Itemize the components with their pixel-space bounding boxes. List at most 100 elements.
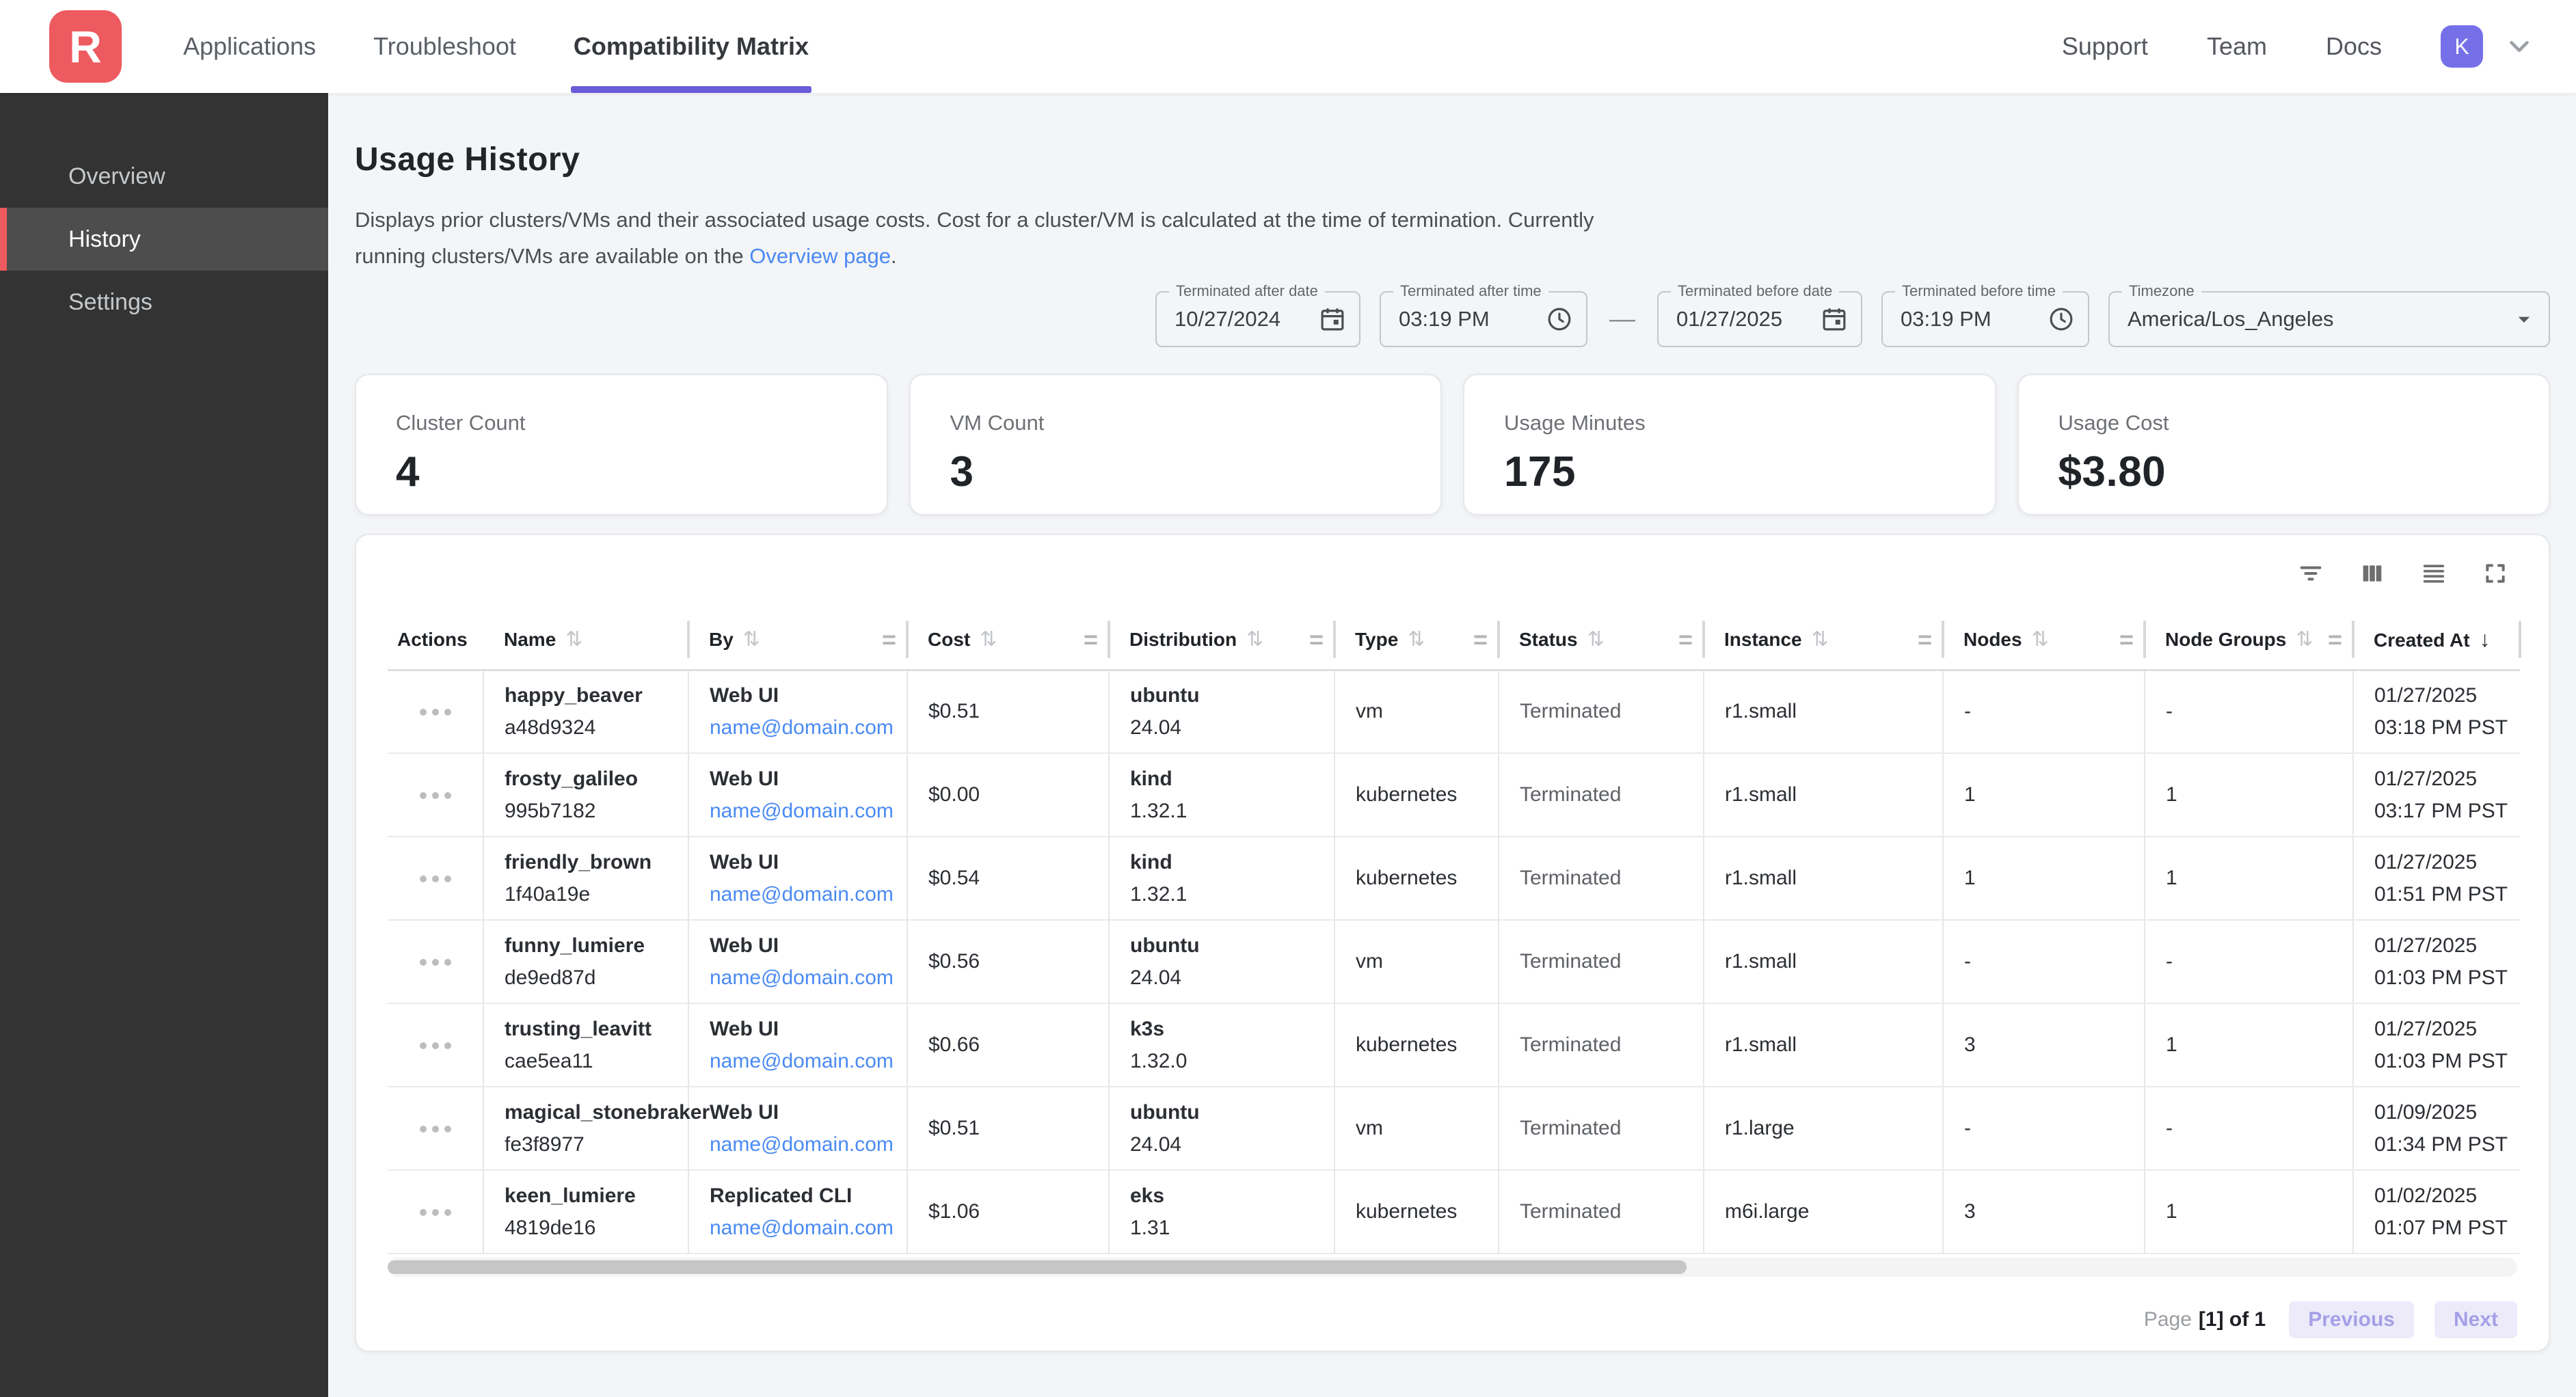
terminated-after-date-input[interactable] [1157,307,1318,331]
column-drag-handle-icon[interactable]: = [1309,625,1324,654]
column-label: Node Groups [2165,629,2286,650]
sort-icon[interactable]: ⇅ [1246,628,1263,651]
table-row: magical_stonebraker fe3f8977 Web UI name… [388,1087,2520,1170]
column-drag-handle-icon[interactable]: = [1678,625,1693,654]
nav-tab-label: Troubleshoot [373,32,516,61]
created-by-source: Web UI [710,934,907,958]
calendar-icon[interactable] [1820,305,1849,334]
created-by-email-link[interactable]: name@domain.com [710,883,907,906]
clock-icon[interactable] [1545,305,1574,334]
status-badge: Terminated [1520,700,1621,722]
column-header[interactable]: Status⇅ = [1499,610,1704,670]
column-header[interactable]: Type⇅ = [1334,610,1499,670]
chevron-down-icon[interactable] [2504,31,2535,62]
column-header[interactable]: Created At↓ [2353,610,2520,670]
instance-value: r1.small [1725,950,1797,973]
sidebar-item[interactable]: Overview [0,145,328,208]
avatar[interactable]: K [2441,25,2483,68]
distribution-version: 24.04 [1130,966,1334,990]
status-badge: Terminated [1520,1200,1621,1223]
column-drag-handle-icon[interactable]: = [1084,625,1098,654]
sort-icon[interactable]: ⇅ [2296,628,2313,651]
sort-icon[interactable]: ⇅ [2032,628,2049,651]
distribution-version: 24.04 [1130,716,1334,740]
column-header[interactable]: Node Groups ⇅ = [2145,610,2353,670]
fullscreen-icon[interactable] [2482,560,2509,587]
primary-tabs: Applications Troubleshoot Compatibility … [180,0,811,93]
cluster-id: de9ed87d [505,966,688,990]
scrollbar-thumb[interactable] [388,1260,1687,1274]
cost-value: $0.51 [928,700,980,722]
instance-value: m6i.large [1725,1200,1809,1223]
created-by-email-link[interactable]: name@domain.com [710,966,907,990]
cost-value: $0.56 [928,950,980,973]
column-header[interactable]: By⇅ = [688,610,907,670]
sort-icon[interactable]: ⇅ [743,628,760,651]
column-header[interactable]: Distribution⇅ = [1109,610,1334,670]
row-actions-button[interactable] [410,699,461,725]
stat-card: Cluster Count 4 [355,374,888,515]
row-actions-button[interactable] [410,1199,461,1225]
overview-page-link[interactable]: Overview page [749,244,891,268]
column-drag-handle-icon[interactable]: = [2119,625,2134,654]
nodes-value: 1 [1964,783,1976,806]
sort-icon[interactable]: ⇅ [980,628,997,651]
filter-icon[interactable] [2297,560,2324,587]
column-drag-handle-icon[interactable]: = [882,625,896,654]
column-header[interactable]: Instance⇅ = [1704,610,1943,670]
sidebar-item[interactable]: History [0,208,328,271]
show-hide-columns-icon[interactable] [2359,560,2386,587]
type-value: kubernetes [1356,1033,1457,1056]
row-actions-button[interactable] [410,783,461,809]
sort-icon[interactable]: ⇅ [1587,628,1605,651]
horizontal-scrollbar[interactable] [388,1258,2517,1277]
type-value: vm [1356,700,1383,722]
stat-card: Usage Minutes 175 [1463,374,1996,515]
created-by-email-link[interactable]: name@domain.com [710,800,907,823]
sort-icon[interactable]: ⇅ [1812,628,1829,651]
nav-link[interactable]: Support [2062,32,2148,61]
clock-icon[interactable] [2047,305,2076,334]
sort-icon[interactable]: ⇅ [1408,628,1425,651]
nav-link[interactable]: Docs [2326,32,2382,61]
replicated-logo[interactable]: R [49,10,122,83]
terminated-before-time-input[interactable] [1883,307,2047,331]
previous-page-button[interactable]: Previous [2289,1301,2414,1338]
terminated-before-date-input[interactable] [1659,307,1820,331]
created-at-date: 01/27/2025 [2374,768,2520,791]
column-header[interactable]: Cost⇅ = [907,610,1109,670]
dropdown-caret-icon[interactable] [2510,306,2538,333]
timezone-select[interactable]: Timezone America/Los_Angeles [2108,291,2550,347]
main-content: Usage History Displays prior clusters/VM… [328,93,2576,1397]
created-by-email-link[interactable]: name@domain.com [710,1217,907,1240]
nav-tab[interactable]: Applications [180,0,319,93]
column-drag-handle-icon[interactable]: = [2328,625,2342,654]
column-header[interactable]: Actions [388,610,483,670]
column-header[interactable]: Nodes⇅ = [1943,610,2145,670]
next-page-button[interactable]: Next [2434,1301,2517,1338]
row-actions-button[interactable] [410,949,461,975]
row-actions-button[interactable] [410,1033,461,1059]
field-label: Timezone [2122,282,2201,300]
sidebar-item[interactable]: Settings [0,271,328,334]
sort-icon[interactable]: ⇅ [565,628,582,651]
nav-link[interactable]: Team [2207,32,2267,61]
instance-value: r1.small [1725,783,1797,806]
created-at-date: 01/27/2025 [2374,1018,2520,1041]
density-icon[interactable] [2420,560,2447,587]
row-actions-button[interactable] [410,1116,461,1142]
terminated-after-time-input[interactable] [1381,307,1545,331]
nav-tab[interactable]: Troubleshoot [371,0,519,93]
sidebar-item-label: Settings [68,289,152,316]
calendar-icon[interactable] [1318,305,1347,334]
created-by-source: Replicated CLI [710,1184,907,1208]
created-by-email-link[interactable]: name@domain.com [710,716,907,740]
nav-tab[interactable]: Compatibility Matrix [571,0,811,93]
created-by-email-link[interactable]: name@domain.com [710,1050,907,1073]
row-actions-button[interactable] [410,866,461,892]
sort-icon[interactable]: ↓ [2480,627,2491,651]
column-header[interactable]: Name⇅ [483,610,688,670]
column-drag-handle-icon[interactable]: = [1473,625,1488,654]
created-by-email-link[interactable]: name@domain.com [710,1133,907,1156]
column-drag-handle-icon[interactable]: = [1918,625,1932,654]
